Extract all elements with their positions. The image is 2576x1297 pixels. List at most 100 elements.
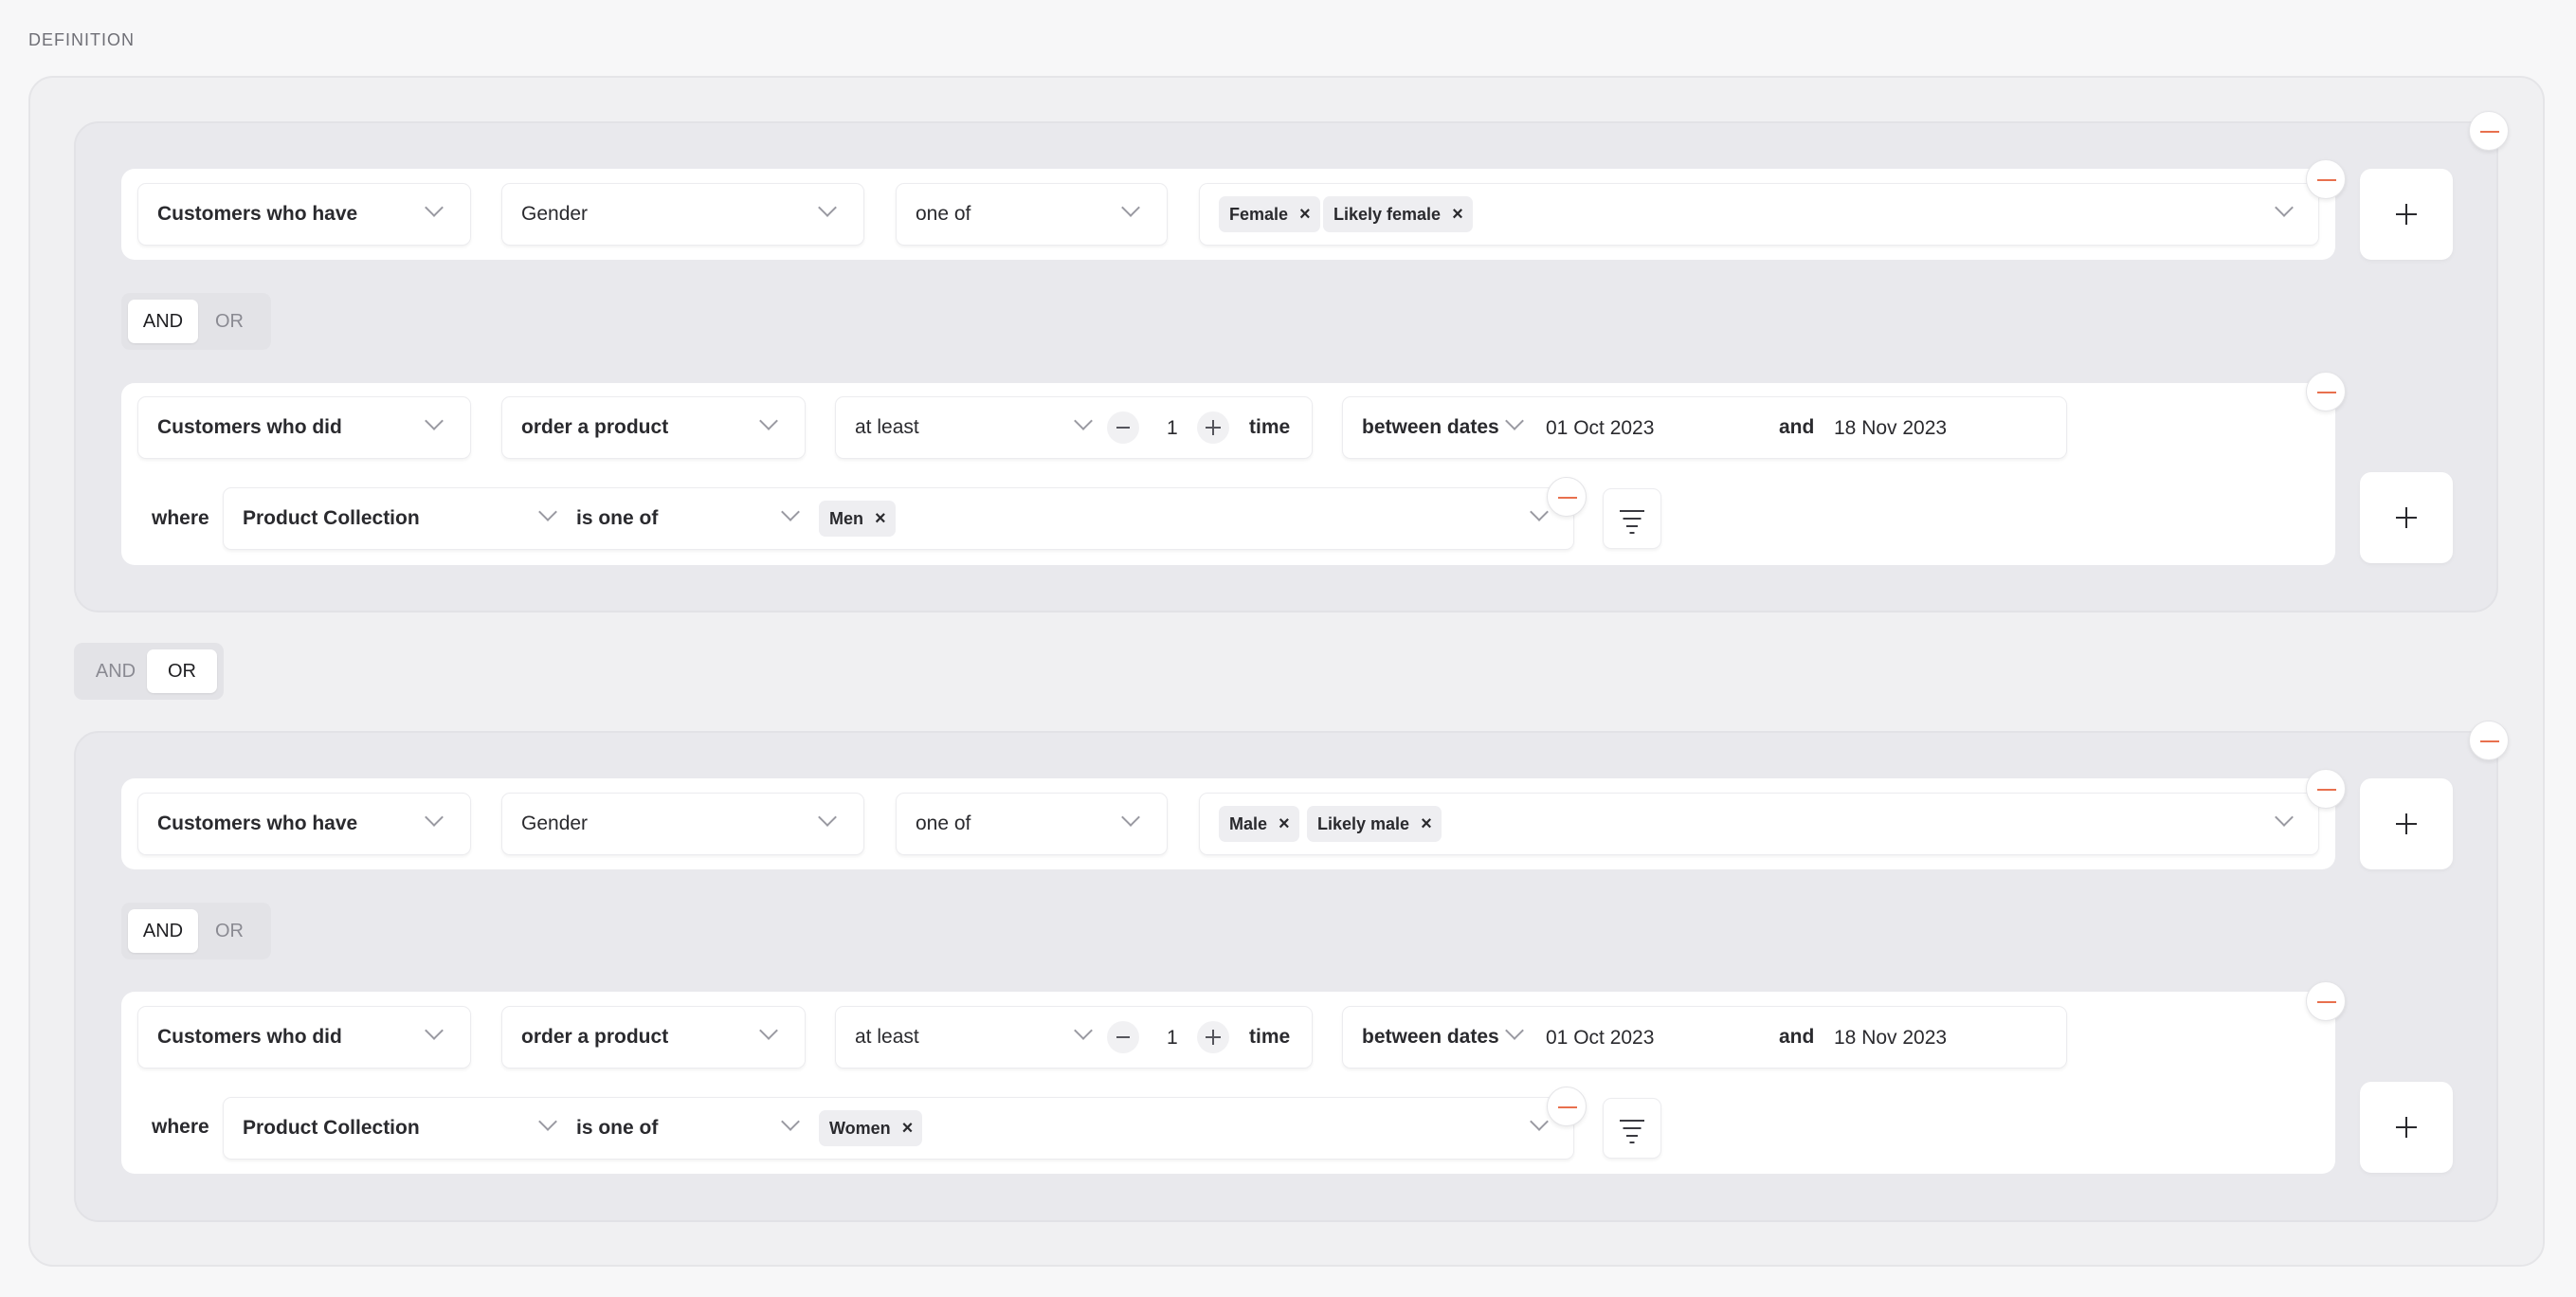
remove-condition-button[interactable] <box>2306 981 2346 1021</box>
end-date-input[interactable]: 18 Nov 2023 <box>1834 417 1947 440</box>
toggle-or[interactable]: OR <box>147 649 217 693</box>
values-multiselect[interactable]: Male × Likely male × <box>1199 793 2319 855</box>
decrement-button[interactable] <box>1107 1021 1139 1053</box>
close-icon[interactable]: × <box>875 508 886 530</box>
where-label: where <box>152 1116 209 1138</box>
value-chip: Likely female × <box>1323 196 1473 232</box>
value-chip: Women × <box>819 1110 923 1146</box>
filter-property-value[interactable]: Product Collection <box>243 1117 420 1140</box>
chevron-down-icon <box>759 411 778 430</box>
remove-condition-button[interactable] <box>2306 159 2346 199</box>
chevron-down-icon <box>2275 198 2294 217</box>
subject-dropdown[interactable]: Customers who have <box>137 183 471 246</box>
chevron-down-icon <box>425 411 444 430</box>
close-icon[interactable]: × <box>1299 204 1311 226</box>
remove-filter-button[interactable] <box>1547 1087 1587 1126</box>
operator-value: one of <box>916 203 971 225</box>
chip-label: Men <box>829 508 863 528</box>
remove-condition-button[interactable] <box>2306 769 2346 809</box>
chevron-down-icon <box>425 1021 444 1040</box>
chip-label: Women <box>829 1118 891 1138</box>
section-title: DEFINITION <box>28 30 135 49</box>
chevron-down-icon <box>818 808 837 827</box>
start-date-input[interactable]: 01 Oct 2023 <box>1546 417 1654 440</box>
filter-icon-line <box>1629 532 1635 534</box>
attribute-value: Gender <box>521 203 589 225</box>
add-condition-button[interactable] <box>2360 169 2453 260</box>
date-range-control: between dates 01 Oct 2023 and 18 Nov 202… <box>1342 1006 2067 1069</box>
value-chip: Female × <box>1219 196 1320 232</box>
date-mode-value[interactable]: between dates <box>1362 416 1499 439</box>
attribute-value: Gender <box>521 813 589 834</box>
end-date-input[interactable]: 18 Nov 2023 <box>1834 1027 1947 1050</box>
chevron-down-icon[interactable] <box>1505 411 1524 430</box>
close-icon[interactable]: × <box>902 1118 914 1140</box>
toggle-and[interactable]: AND <box>81 649 151 693</box>
subject-dropdown[interactable]: Customers who did <box>137 396 471 459</box>
chevron-down-icon[interactable] <box>538 1112 557 1131</box>
event-dropdown[interactable]: order a product <box>501 1006 806 1069</box>
count-unit: time <box>1249 416 1291 438</box>
attribute-dropdown[interactable]: Gender <box>501 793 864 855</box>
filter-button[interactable] <box>1603 1098 1661 1159</box>
filter-icon-line <box>1623 518 1642 520</box>
chevron-down-icon[interactable] <box>781 502 800 521</box>
count-unit: time <box>1249 1026 1291 1048</box>
add-condition-button[interactable] <box>2360 472 2453 563</box>
add-condition-button[interactable] <box>2360 778 2453 869</box>
chevron-down-icon[interactable] <box>781 1112 800 1131</box>
close-icon[interactable]: × <box>1452 204 1463 226</box>
value-chip: Male × <box>1219 806 1299 842</box>
decrement-button[interactable] <box>1107 411 1139 444</box>
subject-dropdown[interactable]: Customers who did <box>137 1006 471 1069</box>
frequency-value[interactable]: at least <box>855 416 919 439</box>
chevron-down-icon[interactable] <box>1074 1021 1093 1040</box>
value-chip: Men × <box>819 501 896 537</box>
chevron-down-icon[interactable] <box>1505 1021 1524 1040</box>
attribute-dropdown[interactable]: Gender <box>501 183 864 246</box>
filter-property-value[interactable]: Product Collection <box>243 507 420 530</box>
remove-condition-button[interactable] <box>2306 372 2346 411</box>
frequency-control: at least 1 time <box>835 1006 1313 1069</box>
count-value[interactable]: 1 <box>1167 1027 1178 1050</box>
subject-dropdown[interactable]: Customers who have <box>137 793 471 855</box>
increment-button[interactable] <box>1197 1021 1229 1053</box>
values-multiselect[interactable]: Female × Likely female × <box>1199 183 2319 246</box>
chevron-down-icon <box>425 808 444 827</box>
and-or-toggle: AND OR <box>121 293 271 350</box>
subject-value: Customers who did <box>157 416 342 438</box>
operator-dropdown[interactable]: one of <box>896 183 1168 246</box>
filter-operator-value[interactable]: is one of <box>576 507 658 530</box>
frequency-value[interactable]: at least <box>855 1026 919 1049</box>
add-condition-button[interactable] <box>2360 1082 2453 1173</box>
remove-group-button[interactable] <box>2469 111 2509 151</box>
operator-value: one of <box>916 813 971 834</box>
operator-dropdown[interactable]: one of <box>896 793 1168 855</box>
chevron-down-icon[interactable] <box>538 502 557 521</box>
filter-button[interactable] <box>1603 488 1661 549</box>
filter-icon-line <box>1626 1135 1638 1137</box>
toggle-or[interactable]: OR <box>194 300 264 343</box>
filter-operator-value[interactable]: is one of <box>576 1117 658 1140</box>
chevron-down-icon[interactable] <box>1530 1112 1549 1131</box>
filter-icon-line <box>1629 1142 1635 1143</box>
remove-group-button[interactable] <box>2469 721 2509 760</box>
date-joiner: and <box>1779 416 1815 438</box>
close-icon[interactable]: × <box>1421 813 1432 835</box>
toggle-and[interactable]: AND <box>128 909 198 953</box>
close-icon[interactable]: × <box>1279 813 1290 835</box>
count-value[interactable]: 1 <box>1167 417 1178 440</box>
event-value: order a product <box>521 416 669 438</box>
chip-label: Likely female <box>1333 204 1442 224</box>
toggle-or[interactable]: OR <box>194 909 264 953</box>
toggle-and[interactable]: AND <box>128 300 198 343</box>
event-dropdown[interactable]: order a product <box>501 396 806 459</box>
increment-button[interactable] <box>1197 411 1229 444</box>
chevron-down-icon[interactable] <box>1530 502 1549 521</box>
filter-icon <box>1620 1120 1644 1122</box>
date-mode-value[interactable]: between dates <box>1362 1026 1499 1049</box>
filter-icon-line <box>1623 1127 1642 1129</box>
chevron-down-icon[interactable] <box>1074 411 1093 430</box>
remove-filter-button[interactable] <box>1547 477 1587 517</box>
start-date-input[interactable]: 01 Oct 2023 <box>1546 1027 1654 1050</box>
